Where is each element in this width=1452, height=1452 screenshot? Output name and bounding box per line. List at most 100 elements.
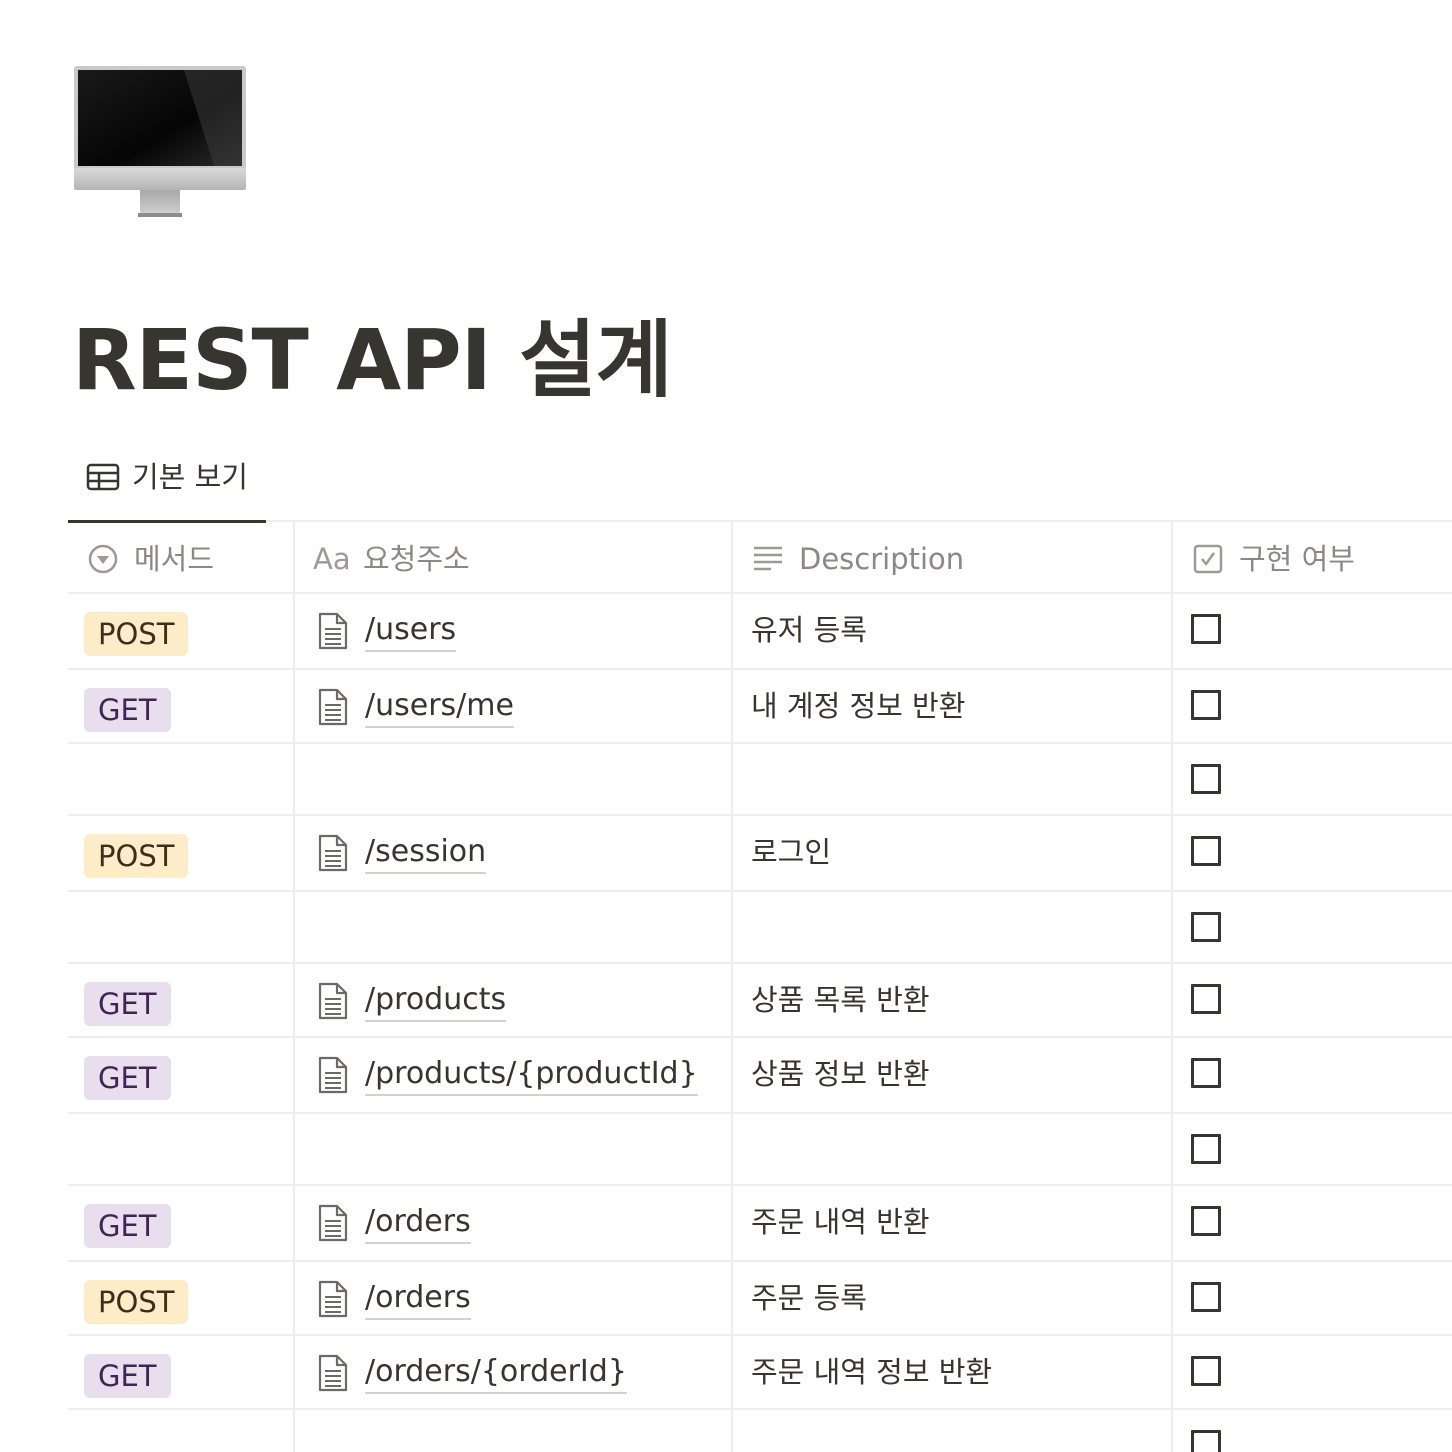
- text-property-icon: [754, 546, 782, 571]
- endpoint-cell[interactable]: /orders: [295, 1262, 733, 1334]
- table-row[interactable]: POST/orders 주문 등록: [68, 1262, 1452, 1336]
- method-cell[interactable]: GET: [68, 1186, 295, 1260]
- table-row[interactable]: GET/orders/{orderId} 주문 내역 정보 반환: [68, 1336, 1452, 1410]
- implemented-cell: [1173, 1262, 1452, 1334]
- method-cell[interactable]: POST: [68, 816, 295, 890]
- description-cell[interactable]: 로그인: [733, 816, 1173, 890]
- table-body: POST/users 유저 등록 GET/users/me 내 계정 정보 반환 POS…: [68, 594, 1452, 1452]
- method-tag: POST: [84, 612, 189, 656]
- description-text: 내 계정 정보 반환: [751, 689, 966, 723]
- endpoint-cell[interactable]: /orders: [295, 1186, 733, 1260]
- endpoint-cell[interactable]: /users: [295, 594, 733, 668]
- table-row[interactable]: [68, 1114, 1452, 1186]
- endpoint-link[interactable]: /session: [365, 832, 487, 874]
- column-header-method[interactable]: 메서드: [68, 522, 295, 592]
- method-cell[interactable]: [68, 1410, 295, 1452]
- endpoint-cell[interactable]: [295, 1114, 733, 1184]
- method-tag: POST: [84, 834, 189, 878]
- tab-default-view[interactable]: 기본 보기: [68, 440, 266, 523]
- method-cell[interactable]: [68, 1114, 295, 1184]
- table-row[interactable]: GET/products/{productId} 상품 정보 반환: [68, 1038, 1452, 1114]
- endpoint-cell[interactable]: [295, 744, 733, 814]
- endpoint-cell[interactable]: /session: [295, 816, 733, 890]
- column-header-endpoint[interactable]: Aa 요청주소: [295, 522, 733, 592]
- endpoint-cell[interactable]: /orders/{orderId}: [295, 1336, 733, 1408]
- method-tag: GET: [84, 1354, 171, 1398]
- page: REST API 설계 기본 보기 메서드 Aa 요청주소 Descriptio…: [0, 0, 1452, 1452]
- endpoint-link[interactable]: /products: [365, 980, 507, 1022]
- page-icon: [318, 982, 348, 1020]
- endpoint-cell[interactable]: [295, 892, 733, 962]
- method-cell[interactable]: POST: [68, 594, 295, 668]
- table-row[interactable]: [68, 1410, 1452, 1452]
- description-text: 상품 정보 반환: [751, 1057, 930, 1091]
- checkbox-property-icon: [1193, 544, 1223, 574]
- implemented-checkbox[interactable]: [1191, 836, 1221, 866]
- implemented-checkbox[interactable]: [1191, 1282, 1221, 1312]
- endpoint-cell[interactable]: [295, 1410, 733, 1452]
- implemented-checkbox[interactable]: [1191, 614, 1221, 644]
- endpoint-cell[interactable]: /users/me: [295, 670, 733, 742]
- endpoint-link[interactable]: /orders/{orderId}: [365, 1352, 627, 1394]
- table-row[interactable]: GET/users/me 내 계정 정보 반환: [68, 670, 1452, 744]
- endpoint-link[interactable]: /users: [365, 610, 457, 652]
- method-cell[interactable]: GET: [68, 1038, 295, 1112]
- implemented-checkbox[interactable]: [1191, 764, 1221, 794]
- implemented-cell: [1173, 594, 1452, 668]
- implemented-cell: [1173, 816, 1452, 890]
- page-icon: [318, 834, 348, 872]
- table-row[interactable]: GET/products 상품 목록 반환: [68, 964, 1452, 1038]
- endpoint-cell[interactable]: /products/{productId}: [295, 1038, 733, 1112]
- implemented-checkbox[interactable]: [1191, 1356, 1221, 1386]
- description-text: 유저 등록: [751, 613, 867, 647]
- table-row[interactable]: [68, 892, 1452, 964]
- description-cell[interactable]: [733, 1114, 1173, 1184]
- table-row[interactable]: POST/session 로그인: [68, 816, 1452, 892]
- description-cell[interactable]: 내 계정 정보 반환: [733, 670, 1173, 742]
- table-header-row: 메서드 Aa 요청주소 Description 구현 여부: [68, 522, 1452, 594]
- implemented-checkbox[interactable]: [1191, 1430, 1221, 1452]
- description-cell[interactable]: [733, 1410, 1173, 1452]
- method-cell[interactable]: GET: [68, 1336, 295, 1408]
- endpoint-link[interactable]: /users/me: [365, 686, 514, 728]
- database-table: 메서드 Aa 요청주소 Description 구현 여부 POST /user…: [68, 522, 1452, 1452]
- description-cell[interactable]: 유저 등록: [733, 594, 1173, 668]
- method-tag: GET: [84, 1204, 171, 1248]
- implemented-checkbox[interactable]: [1191, 1058, 1221, 1088]
- description-text: 주문 등록: [751, 1281, 867, 1315]
- description-cell[interactable]: [733, 892, 1173, 962]
- description-cell[interactable]: 주문 등록: [733, 1262, 1173, 1334]
- table-row[interactable]: [68, 744, 1452, 816]
- desktop-computer-icon[interactable]: [74, 66, 246, 218]
- endpoint-cell[interactable]: /products: [295, 964, 733, 1036]
- description-cell[interactable]: 상품 목록 반환: [733, 964, 1173, 1036]
- table-row[interactable]: GET/orders 주문 내역 반환: [68, 1186, 1452, 1262]
- method-tag: GET: [84, 982, 171, 1026]
- description-cell[interactable]: 주문 내역 정보 반환: [733, 1336, 1173, 1408]
- implemented-checkbox[interactable]: [1191, 1206, 1221, 1236]
- method-cell[interactable]: POST: [68, 1262, 295, 1334]
- implemented-checkbox[interactable]: [1191, 984, 1221, 1014]
- implemented-checkbox[interactable]: [1191, 1134, 1221, 1164]
- description-cell[interactable]: 주문 내역 반환: [733, 1186, 1173, 1260]
- page-title[interactable]: REST API 설계: [72, 310, 673, 410]
- endpoint-link[interactable]: /orders: [365, 1278, 471, 1320]
- method-cell[interactable]: GET: [68, 964, 295, 1036]
- column-header-label: 메서드: [134, 542, 215, 576]
- method-cell[interactable]: [68, 744, 295, 814]
- table-row[interactable]: POST/users 유저 등록: [68, 594, 1452, 670]
- column-header-label: 구현 여부: [1239, 542, 1355, 576]
- implemented-checkbox[interactable]: [1191, 912, 1221, 942]
- description-cell[interactable]: 상품 정보 반환: [733, 1038, 1173, 1112]
- implemented-checkbox[interactable]: [1191, 690, 1221, 720]
- method-cell[interactable]: [68, 892, 295, 962]
- page-icon: [318, 1354, 348, 1392]
- column-header-description[interactable]: Description: [733, 522, 1173, 592]
- endpoint-link[interactable]: /products/{productId}: [365, 1054, 698, 1096]
- method-cell[interactable]: GET: [68, 670, 295, 742]
- column-header-implemented[interactable]: 구현 여부: [1173, 522, 1452, 592]
- endpoint-link[interactable]: /orders: [365, 1202, 471, 1244]
- implemented-cell: [1173, 1186, 1452, 1260]
- description-cell[interactable]: [733, 744, 1173, 814]
- page-icon: [318, 1204, 348, 1242]
